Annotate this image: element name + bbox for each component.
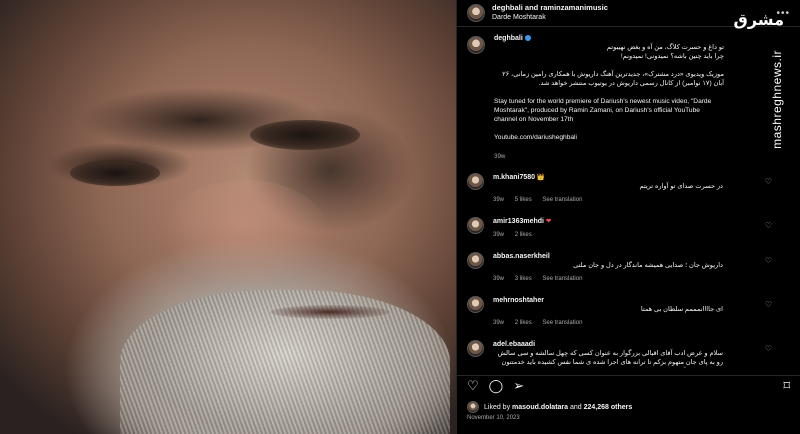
avatar[interactable] (467, 296, 484, 313)
photo-mouth (270, 305, 390, 319)
likes-and: and (570, 403, 582, 411)
comment-heart-icon[interactable]: ♡ (765, 177, 772, 186)
comment-heart-icon[interactable]: ♡ (765, 344, 772, 353)
post-photo[interactable] (0, 0, 456, 434)
likes-summary: Liked by masoud.dolatara and 224,268 oth… (467, 401, 632, 413)
comments-scroll-area[interactable]: deghbali تو داغ و حسرت کلاگ، من آه و بغض… (457, 28, 800, 368)
header-audio-title[interactable]: Darde Moshtarak (492, 13, 608, 23)
photo-eye-right (250, 120, 360, 150)
comment-time[interactable]: 39w (493, 320, 504, 326)
photo-eye-left (70, 160, 160, 186)
caption-persian-paragraph: موزیک ویدیوی «درد مشترک»، جدیدترین آهنگ … (502, 71, 724, 87)
comment-username[interactable]: m.khani7580 (493, 174, 535, 181)
caption: deghbali تو داغ و حسرت کلاگ، من آه و بغض… (467, 34, 790, 161)
comment-heart-icon[interactable]: ♡ (765, 300, 772, 309)
caption-line-1: تو داغ و حسرت کلاگ، من آه و بغض نهیبوتم (606, 44, 724, 51)
comment-item: mehrnoshtaher ای جاااانمممم سلطان بی همت… (467, 296, 790, 328)
bookmark-icon[interactable]: ⌑ (783, 379, 790, 392)
see-translation-link[interactable]: See translation (542, 320, 582, 326)
comment-icon[interactable]: ◯ (489, 379, 504, 392)
comment-item: amir1363mehdi ❤ 39w 2 likes ♡ (467, 217, 790, 240)
heart-icon[interactable]: ♡ (467, 379, 479, 392)
see-translation-link[interactable]: See translation (542, 197, 582, 203)
avatar[interactable] (467, 36, 485, 54)
comment-time[interactable]: 39w (493, 232, 504, 238)
comment-item: adel.ebaaadi سلام و عرض ادب آقای اقبالی … (467, 340, 790, 368)
comment-likes[interactable]: 2 likes (515, 320, 532, 326)
action-bar: ♡ ◯ ➢ ⌑ (457, 375, 800, 395)
comment-heart-icon[interactable]: ♡ (765, 256, 772, 265)
avatar[interactable] (467, 4, 485, 22)
comment-time[interactable]: 39w (493, 276, 504, 282)
comment-meta: 39w 2 likes (493, 231, 723, 240)
avatar[interactable] (467, 340, 484, 357)
caption-username[interactable]: deghbali (494, 35, 523, 42)
comment-time[interactable]: 39w (493, 197, 504, 203)
photo-face-highlight (160, 180, 330, 290)
see-translation-link[interactable]: See translation (542, 276, 582, 282)
comment-body: amir1363mehdi ❤ 39w 2 likes (493, 217, 723, 240)
comment-body: adel.ebaaadi سلام و عرض ادب آقای اقبالی … (493, 340, 723, 368)
comment-text: در حسرت صدای تو آواره تریتم (639, 183, 723, 190)
share-icon[interactable]: ➢ (513, 379, 524, 392)
comment-username[interactable]: abbas.naserkheil (493, 253, 550, 260)
caption-english-paragraph: Stay tuned for the world premiere of Dar… (494, 98, 712, 123)
comment-likes[interactable]: 5 likes (515, 197, 532, 203)
watermark-text: mashreghnews.ir (770, 50, 784, 149)
likes-user[interactable]: masoud.dolatara (512, 404, 568, 411)
likes-prefix: Liked by (484, 403, 511, 411)
caption-body: deghbali تو داغ و حسرت کلاگ، من آه و بغض… (494, 34, 724, 161)
heart-emoji: ❤ (545, 218, 552, 225)
comment-username[interactable]: mehrnoshtaher (493, 297, 544, 304)
comment-text: ای جاااانمممم سلطان بی همتا (640, 306, 723, 313)
comment-heart-icon[interactable]: ♡ (765, 221, 772, 230)
comment-body: m.khani7580 👑 در حسرت صدای تو آواره تریت… (493, 173, 723, 205)
comment-meta: 39w 5 likes See translation (493, 196, 723, 205)
comment-text: سلام و عرض ادب آقای اقبالی بزرگوار به عن… (497, 350, 723, 366)
header-names: deghbali and raminzamanimusic Darde Mosh… (492, 3, 608, 23)
watermark-logo: مشرق (733, 10, 784, 29)
comment-text: داریوش جان ؛ صدایی همیشه ماندگار در دل و… (573, 262, 723, 269)
comment-body: abbas.naserkheil داریوش جان ؛ صدایی همیش… (493, 252, 723, 284)
comment-item: m.khani7580 👑 در حسرت صدای تو آواره تریت… (467, 173, 790, 205)
comment-meta: 39w 2 likes See translation (493, 319, 723, 328)
comment-username[interactable]: amir1363mehdi (493, 218, 544, 225)
avatar[interactable] (467, 401, 479, 413)
post-sidebar: deghbali and raminzamanimusic Darde Mosh… (456, 0, 800, 434)
caption-time[interactable]: 39w (494, 152, 724, 161)
comment-body: mehrnoshtaher ای جاااانمممم سلطان بی همت… (493, 296, 723, 328)
caption-line-2: چرا باید چنین باشه؟ نمیدونی! نمیدونم! (620, 53, 724, 60)
post-date[interactable]: November 10, 2023 (467, 415, 520, 421)
crown-emoji: 👑 (536, 174, 546, 181)
avatar[interactable] (467, 217, 484, 234)
comment-likes[interactable]: 2 likes (515, 232, 532, 238)
avatar[interactable] (467, 252, 484, 269)
comment-username[interactable]: adel.ebaaadi (493, 341, 535, 348)
caption-link[interactable]: Youtube.com/dariusheghbali (494, 133, 724, 142)
comment-meta: 39w 3 likes See translation (493, 275, 723, 284)
avatar[interactable] (467, 173, 484, 190)
header-usernames[interactable]: deghbali and raminzamanimusic (492, 3, 608, 13)
comment-item: abbas.naserkheil داریوش جان ؛ صدایی همیش… (467, 252, 790, 284)
likes-others[interactable]: 224,268 others (584, 404, 633, 411)
verified-badge-icon (524, 35, 531, 42)
comment-likes[interactable]: 3 likes (515, 276, 532, 282)
